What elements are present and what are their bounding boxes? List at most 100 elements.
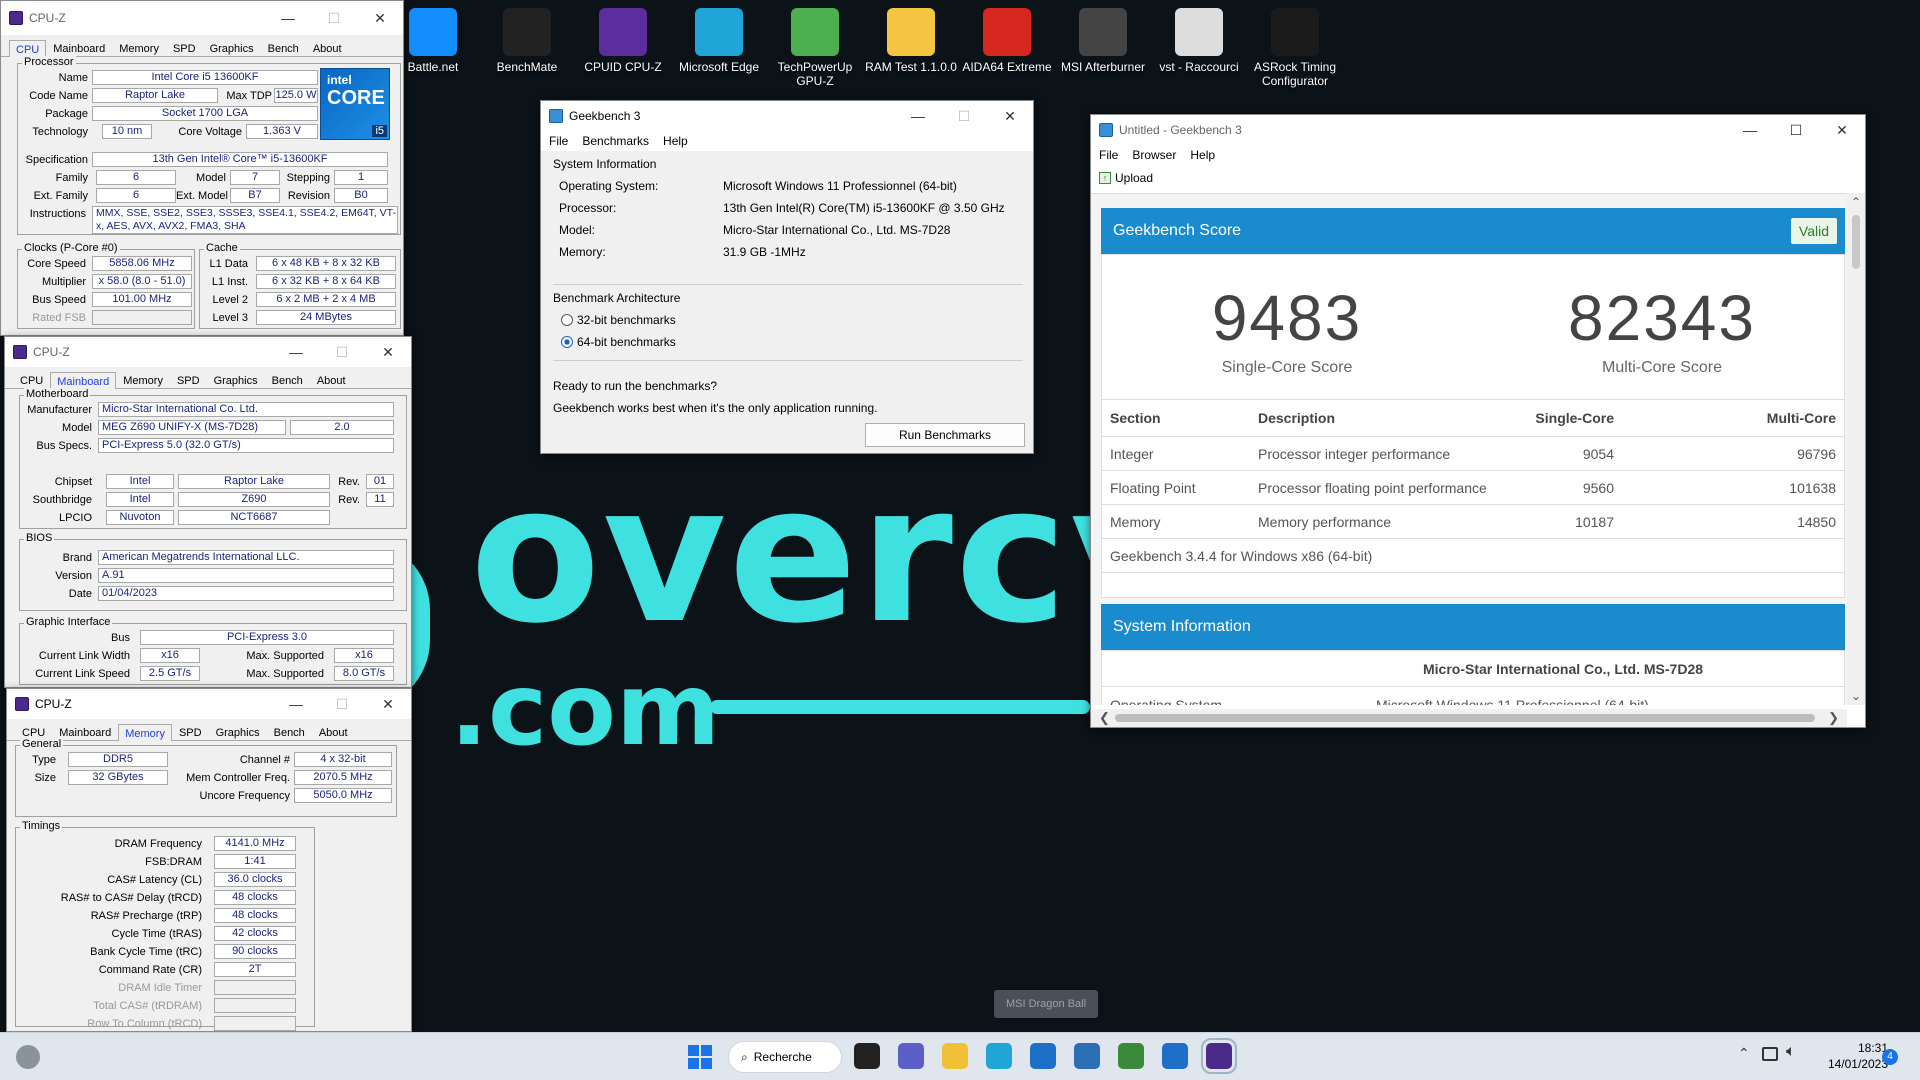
tab-mainboard[interactable]: Mainboard [50,372,117,389]
desktop-icon[interactable]: ASRock Timing Configurator [1248,0,1342,88]
edge-icon[interactable] [986,1043,1012,1069]
minimize-button[interactable]: — [265,1,311,35]
desktop-icon[interactable]: BenchMate [480,0,574,74]
menu-file[interactable]: File [1099,148,1118,162]
hscrollbar-thumb[interactable] [1115,714,1815,722]
run-benchmarks-button[interactable]: Run Benchmarks [865,423,1025,447]
calculator-icon[interactable] [1074,1043,1100,1069]
title-bar[interactable]: Geekbench 3 — ☐ ✕ [541,101,1033,131]
upload-button[interactable]: ↑ Upload [1099,171,1153,185]
core-speed-field: 5858.06 MHz [92,256,192,271]
maximize-button[interactable]: ☐ [311,1,357,35]
geekbench-app-icon [549,109,563,123]
tab-memory[interactable]: Memory [116,371,170,388]
tab-mainboard[interactable]: Mainboard [46,39,112,56]
msi-dragon-ball-label[interactable]: MSI Dragon Ball [994,990,1098,1018]
gpuz-icon[interactable] [1118,1043,1144,1069]
widgets-icon[interactable] [16,1045,40,1069]
scroll-right-arrow-icon[interactable]: ❯ [1828,710,1839,726]
model-label: Model [196,172,226,184]
tab-memory[interactable]: Memory [118,724,172,741]
os-row: Operating System Microsoft Windows 11 Pr… [1102,687,1844,705]
notification-badge[interactable]: 4 [1882,1049,1898,1065]
geekbench-launcher-window[interactable]: Geekbench 3 — ☐ ✕ File Benchmarks Help Sys… [540,100,1034,454]
radio-32bit[interactable]: 32-bit benchmarks [561,313,676,327]
close-button[interactable]: ✕ [357,1,403,35]
horizontal-scrollbar[interactable]: ❮ ❯ [1091,709,1847,727]
tab-memory[interactable]: Memory [112,39,166,56]
tab-about[interactable]: About [310,371,353,388]
tab-spd[interactable]: SPD [170,371,207,388]
maximize-button[interactable]: ☐ [941,101,987,131]
menu-file[interactable]: File [549,134,568,148]
tab-bench[interactable]: Bench [261,39,306,56]
tab-cpu[interactable]: CPU [13,371,50,388]
close-button[interactable]: ✕ [365,337,411,367]
start-windows-icon[interactable] [688,1045,712,1069]
title-bar[interactable]: CPU-Z — ☐ ✕ [7,689,411,719]
cpuid-hwmonitor-icon[interactable] [1030,1043,1056,1069]
chipset-vendor-field: Intel [106,474,174,489]
vertical-scrollbar[interactable]: ⌃ ⌄ [1847,193,1865,705]
desktop-icon[interactable]: RAM Test 1.1.0.0 [864,0,958,74]
search-box[interactable]: ⌕ Recherche [728,1041,842,1073]
tab-graphics[interactable]: Graphics [207,371,265,388]
radio-64bit-circle[interactable] [561,336,573,348]
desktop-icon[interactable]: AIDA64 Extreme [960,0,1054,74]
close-button[interactable]: ✕ [365,689,411,719]
desktop-icon[interactable]: Microsoft Edge [672,0,766,74]
network-icon[interactable] [1762,1047,1778,1061]
lpcio-name-field: NCT6687 [178,510,330,525]
cpuz-icon[interactable] [1201,1038,1237,1074]
title-bar[interactable]: Untitled - Geekbench 3 — ☐ ✕ [1091,115,1865,145]
tab-bench[interactable]: Bench [267,723,312,740]
radio-32bit-circle[interactable] [561,314,573,326]
desktop-icon[interactable]: CPUID CPU-Z [576,0,670,74]
cpuid-icon[interactable] [1162,1043,1188,1069]
teams-chat-icon[interactable] [898,1043,924,1069]
link-width-max-field: x16 [334,648,394,663]
menu-help[interactable]: Help [663,134,688,148]
menu-help[interactable]: Help [1190,148,1215,162]
close-button[interactable]: ✕ [987,101,1033,131]
tab-cpu[interactable]: CPU [9,40,47,57]
scroll-left-arrow-icon[interactable]: ❮ [1099,710,1110,726]
scroll-up-arrow-icon[interactable]: ⌃ [1851,195,1861,209]
tab-graphics[interactable]: Graphics [209,723,267,740]
minimize-button[interactable]: — [1727,115,1773,145]
menu-benchmarks[interactable]: Benchmarks [582,134,649,148]
maximize-button[interactable]: ☐ [319,337,365,367]
chipset-rev-label: Rev. [338,476,360,488]
maximize-button[interactable]: ☐ [319,689,365,719]
task-view-icon[interactable] [854,1043,880,1069]
tab-about[interactable]: About [306,39,349,56]
cpuz-memory-window[interactable]: CPU-Z — ☐ ✕ CPU Mainboard Memory SPD Graph… [6,688,412,1032]
channel-field: 4 x 32-bit [294,752,392,767]
desktop-icon[interactable]: vst - Raccourci [1152,0,1246,74]
menu-browser[interactable]: Browser [1132,148,1176,162]
minimize-button[interactable]: — [895,101,941,131]
scrollbar-thumb[interactable] [1852,215,1860,269]
file-explorer-icon[interactable] [942,1043,968,1069]
volume-icon[interactable]: 🔈︎ [1786,1043,1796,1061]
close-button[interactable]: ✕ [1819,115,1865,145]
tray-chevron-icon[interactable]: ⌃ [1738,1045,1750,1062]
desktop-icon[interactable]: MSI Afterburner [1056,0,1150,74]
tab-bench[interactable]: Bench [265,371,310,388]
tab-graphics[interactable]: Graphics [203,39,261,56]
cpuz-mainboard-window[interactable]: CPU-Z — ☐ ✕ CPU Mainboard Memory SPD Graph… [4,336,412,688]
tab-about[interactable]: About [312,723,355,740]
minimize-button[interactable]: — [273,689,319,719]
cpuz-cpu-window[interactable]: CPU-Z — ☐ ✕ CPU Mainboard Memory SPD Graph… [0,0,404,336]
desktop-icon[interactable]: TechPowerUp GPU-Z [768,0,862,88]
title-bar[interactable]: CPU-Z — ☐ ✕ [1,1,403,35]
scroll-down-arrow-icon[interactable]: ⌄ [1851,689,1861,703]
maximize-button[interactable]: ☐ [1773,115,1819,145]
geekbench-results-window[interactable]: Untitled - Geekbench 3 — ☐ ✕ File Browser … [1090,114,1866,728]
title-bar[interactable]: CPU-Z — ☐ ✕ [5,337,411,367]
clock-date[interactable]: 14/01/2023 [1810,1057,1888,1071]
tab-spd[interactable]: SPD [172,723,209,740]
tab-spd[interactable]: SPD [166,39,203,56]
radio-64bit[interactable]: 64-bit benchmarks [561,335,676,349]
minimize-button[interactable]: — [273,337,319,367]
